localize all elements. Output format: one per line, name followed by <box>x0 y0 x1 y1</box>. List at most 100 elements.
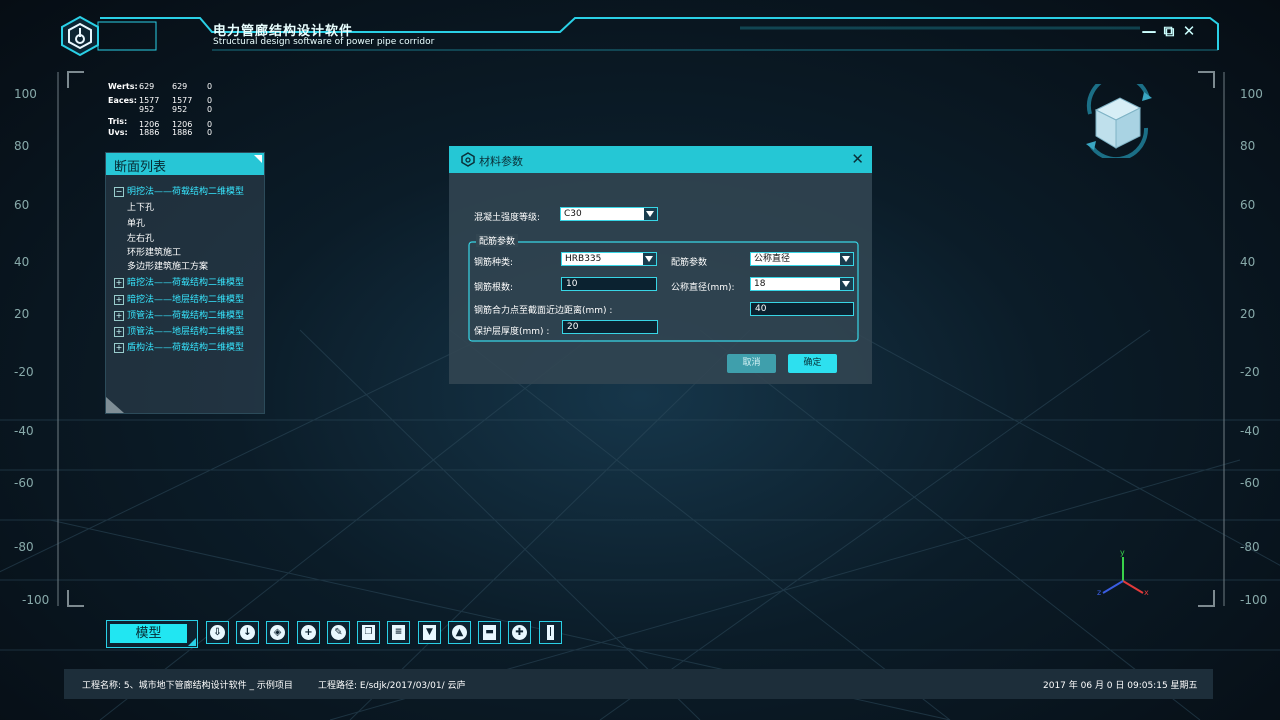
shapes-button[interactable]: ▲ <box>448 621 471 644</box>
column-button[interactable]: | <box>539 621 562 644</box>
mode-selector[interactable]: 模型 <box>106 620 198 648</box>
tree-group-label: 暗挖法——地层结构二维模型 <box>127 295 245 305</box>
copy-icon: ❐ <box>362 625 375 640</box>
expand-icon[interactable]: + <box>114 294 124 305</box>
axis-z-label: z <box>1097 588 1101 597</box>
cancel-button[interactable]: 取消 <box>727 354 776 373</box>
download-circle-icon: ↓ <box>240 625 255 640</box>
rebar-count-field[interactable] <box>561 277 657 291</box>
ruler-tick: 20 <box>1240 307 1256 321</box>
tree-item-single-hole[interactable]: 单孔 <box>127 216 145 229</box>
stat-value: 1577 <box>139 96 160 105</box>
ruler-tick: 100 <box>14 87 37 101</box>
import-button[interactable]: ⇩ <box>206 621 229 644</box>
expand-icon[interactable]: + <box>114 277 124 288</box>
tree-group-label: 顶管法——地层结构二维模型 <box>127 327 245 337</box>
column-icon: | <box>547 625 554 640</box>
rebar-type-select[interactable]: HRB335 <box>561 252 657 266</box>
document-button[interactable]: ≡ <box>387 621 410 644</box>
section-list-panel: 断面列表 − 明挖法——荷载结构二维模型 上下孔 单孔 左右孔 环形建筑施工 多边… <box>105 152 265 414</box>
download-icon: ⇩ <box>210 625 225 640</box>
datetime: 2017 年 06 月 0 日 09:05:15 星期五 <box>1043 681 1198 691</box>
ruler-tick: 60 <box>14 198 30 212</box>
tree-item-up-down-hole[interactable]: 上下孔 <box>127 200 154 213</box>
stat-value: 629 <box>172 82 188 91</box>
app-logo-small-icon <box>461 152 475 167</box>
distance-field[interactable] <box>750 302 854 316</box>
ruler-tick: -40 <box>14 424 34 438</box>
delete-icon: ▼ <box>423 625 436 640</box>
model-button[interactable]: ◈ <box>266 621 289 644</box>
tree-group-pipe-jacking-stratum[interactable]: + 顶管法——地层结构二维模型 <box>114 324 244 337</box>
ruler-tick: 80 <box>14 139 30 153</box>
nominal-diameter-select[interactable]: 18 <box>750 277 854 291</box>
rebar-count-label: 钢筋根数: <box>474 283 514 293</box>
ruler-tick: -20 <box>1240 365 1260 379</box>
ruler-tick: -60 <box>1240 476 1260 490</box>
collapse-icon[interactable]: − <box>114 186 124 197</box>
view-cube-icon[interactable] <box>1082 84 1154 158</box>
expand-icon[interactable]: + <box>114 310 124 321</box>
chevron-down-icon[interactable] <box>644 208 657 220</box>
dialog-close-button[interactable]: ✕ <box>851 150 864 168</box>
select-value: HRB335 <box>565 254 602 264</box>
edit-button[interactable]: ✎ <box>327 621 350 644</box>
status-bar: 工程名称: 5、城市地下管廊结构设计软件 _ 示例项目 工程路径: E/sdjk… <box>64 669 1213 699</box>
ruler-tick: -20 <box>14 365 34 379</box>
material-params-dialog: 材料参数 ✕ 混凝土强度等级: C30 配筋参数 钢筋种类: HRB335 配筋… <box>449 146 872 384</box>
cube-icon: ◈ <box>270 625 285 640</box>
tree-group-pipe-jacking-load[interactable]: + 顶管法——荷载结构二维模型 <box>114 308 244 321</box>
dialog-title: 材料参数 <box>479 155 523 168</box>
section-list-header: 断面列表 <box>106 153 264 175</box>
expand-icon[interactable]: + <box>114 326 124 337</box>
tree-item-ring-construction[interactable]: 环形建筑施工 <box>127 245 181 258</box>
stat-value: 952 <box>172 105 188 114</box>
tree-group-mining-stratum[interactable]: + 暗挖法——地层结构二维模型 <box>114 292 244 305</box>
minimize-button[interactable]: — <box>1140 22 1158 40</box>
cross-button[interactable]: ✚ <box>508 621 531 644</box>
add-button[interactable]: + <box>297 621 320 644</box>
tree-group-label: 顶管法——荷载结构二维模型 <box>127 311 245 321</box>
cover-thickness-label: 保护层厚度(mm) : <box>474 327 550 337</box>
stat-value: 1886 <box>139 128 160 137</box>
corner-icon <box>254 155 262 163</box>
stat-value: 0 <box>207 82 213 91</box>
export-button[interactable]: ↓ <box>236 621 259 644</box>
tree-group-label: 明挖法——荷载结构二维模型 <box>127 187 245 197</box>
ruler-tick: -80 <box>1240 540 1260 554</box>
resize-handle-icon[interactable] <box>106 397 124 413</box>
copy-button[interactable]: ❐ <box>357 621 380 644</box>
delete-button[interactable]: ▼ <box>418 621 441 644</box>
expand-icon[interactable]: + <box>114 342 124 353</box>
axis-gizmo: y x z <box>1097 548 1149 597</box>
ruler-tick: 20 <box>14 307 30 321</box>
close-button[interactable]: ✕ <box>1180 22 1198 40</box>
tree-item-polygon-construction[interactable]: 多边形建筑施工方案 <box>127 259 208 272</box>
select-value: 18 <box>754 279 766 289</box>
tree-group-shield-load[interactable]: + 盾构法——荷载结构二维模型 <box>114 340 244 353</box>
rebar-type-label: 钢筋种类: <box>474 258 514 268</box>
restore-button[interactable]: ⧉ <box>1160 22 1178 40</box>
nominal-diameter-label: 公称直径(mm): <box>671 283 735 293</box>
rebar-param-select[interactable]: 公称直径 <box>750 252 854 266</box>
chevron-down-icon[interactable] <box>840 278 853 290</box>
ok-button[interactable]: 确定 <box>788 354 837 373</box>
platform-button[interactable]: ▬ <box>478 621 501 644</box>
titlebar-frame <box>97 17 1219 51</box>
tree-group-mining-load[interactable]: + 暗挖法——荷载结构二维模型 <box>114 275 244 288</box>
chevron-down-icon[interactable] <box>840 253 853 265</box>
tree-group-cut-and-cover-load[interactable]: − 明挖法——荷载结构二维模型 <box>114 184 244 197</box>
ruler-tick: -60 <box>14 476 34 490</box>
tree-group-label: 盾构法——荷载结构二维模型 <box>127 343 245 353</box>
cover-thickness-field[interactable] <box>562 320 658 334</box>
mode-label: 模型 <box>110 624 187 643</box>
rebar-param-label: 配筋参数 <box>671 258 708 268</box>
platform-icon: ▬ <box>483 625 496 640</box>
select-value: 公称直径 <box>754 254 791 264</box>
stat-value: 0 <box>207 128 213 137</box>
tree-item-left-right-hole[interactable]: 左右孔 <box>127 231 154 244</box>
chevron-down-icon[interactable] <box>643 253 656 265</box>
app-subtitle: Structural design software of power pipe… <box>213 37 435 47</box>
stat-value: 1577 <box>172 96 193 105</box>
concrete-grade-select[interactable]: C30 <box>560 207 658 221</box>
